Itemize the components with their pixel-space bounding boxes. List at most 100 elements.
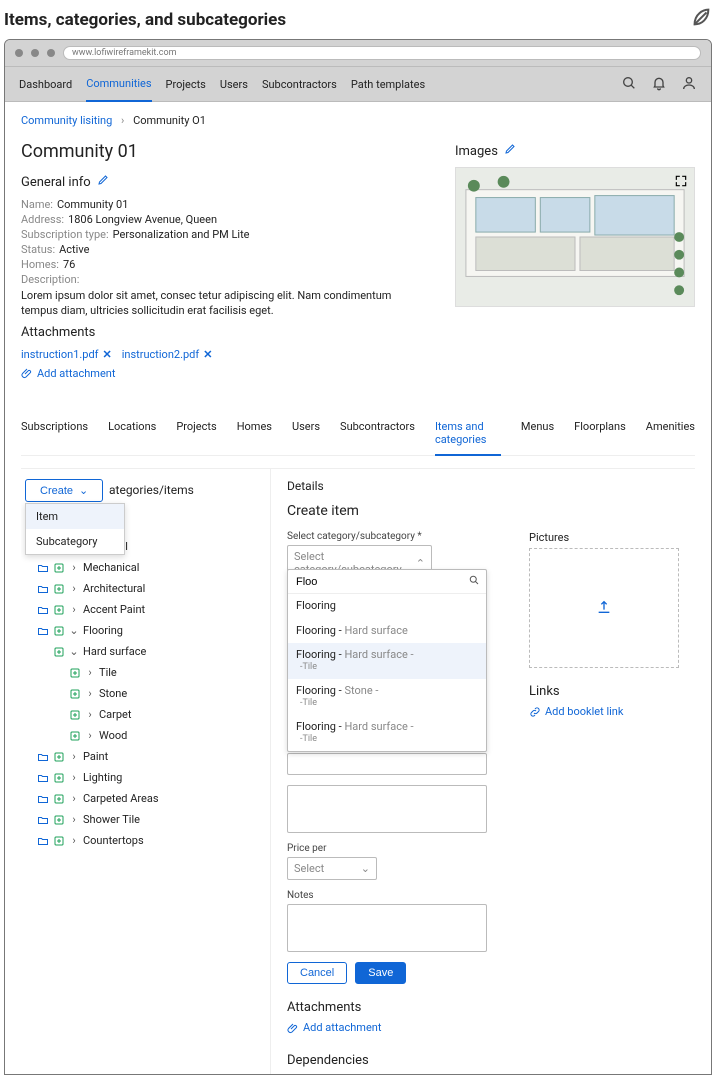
tab-subcontractors[interactable]: Subcontractors — [340, 412, 415, 455]
nav-users[interactable]: Users — [220, 68, 248, 101]
search-icon[interactable] — [621, 75, 637, 94]
autocomplete-option[interactable]: Flooring - Hard surface --Tile — [288, 643, 486, 679]
plus-box-icon[interactable] — [69, 688, 81, 700]
plus-box-icon[interactable] — [53, 835, 65, 847]
price-per-select[interactable]: Select ⌄ — [287, 857, 377, 880]
plus-box-icon[interactable] — [69, 667, 81, 679]
tree-row[interactable]: ›Accent Paint — [25, 599, 260, 620]
cancel-button[interactable]: Cancel — [287, 962, 347, 984]
url-bar[interactable]: www.lofiwireframekit.com — [63, 46, 701, 60]
tab-subscriptions[interactable]: Subscriptions — [21, 412, 88, 455]
chevron-right-icon: › — [85, 666, 95, 679]
dropdown-item[interactable]: Item — [26, 504, 124, 529]
plus-box-icon[interactable] — [69, 709, 81, 721]
attachments-title: Attachments — [21, 325, 425, 340]
autocomplete-option[interactable]: Flooring - Hard surface --Tile — [288, 715, 486, 751]
plus-box-icon[interactable] — [53, 793, 65, 805]
picture-dropzone[interactable] — [529, 548, 679, 668]
tab-amenities[interactable]: Amenities — [646, 412, 695, 455]
add-attachment-link-form[interactable]: Add attachment — [287, 1021, 381, 1034]
autocomplete-option[interactable]: Flooring — [288, 594, 486, 618]
tree-row[interactable]: ›Carpet — [25, 704, 260, 725]
tree-row[interactable]: ⌄Flooring — [25, 620, 260, 641]
plus-box-icon[interactable] — [53, 646, 65, 658]
nav-dashboard[interactable]: Dashboard — [19, 68, 72, 101]
user-icon[interactable] — [681, 75, 697, 94]
description-text: Lorem ipsum dolor sit amet, consec tetur… — [21, 288, 425, 319]
chevron-down-icon: ⌄ — [79, 484, 88, 497]
close-icon[interactable]: ✕ — [203, 348, 212, 361]
tree-row[interactable]: › Paint — [25, 746, 260, 767]
nav-path-templates[interactable]: Path templates — [351, 68, 425, 101]
window-dot-icon — [47, 49, 55, 57]
plus-box-icon[interactable] — [53, 751, 65, 763]
site-plan-image[interactable] — [455, 167, 695, 307]
tree-row[interactable]: ›Carpeted Areas — [25, 788, 260, 809]
textarea-field[interactable] — [287, 785, 487, 833]
autocomplete-option[interactable]: Flooring - Hard surface — [288, 619, 486, 643]
tab-locations[interactable]: Locations — [108, 412, 156, 455]
add-booklet-link[interactable]: Add booklet link — [529, 705, 623, 718]
edit-icon[interactable] — [97, 174, 109, 190]
bell-icon[interactable] — [651, 75, 667, 94]
links-title: Links — [529, 684, 679, 699]
tree-row[interactable]: ›Shower Tile — [25, 809, 260, 830]
breadcrumb-link[interactable]: Community lisiting — [21, 114, 112, 127]
edit-icon[interactable] — [504, 143, 516, 159]
tab-homes[interactable]: Homes — [237, 412, 272, 455]
chevron-right-icon: › — [85, 687, 95, 700]
autocomplete-option[interactable]: Flooring - Stone --Tile — [288, 679, 486, 715]
tree-row[interactable]: ›Stone — [25, 683, 260, 704]
plus-box-icon[interactable] — [53, 625, 65, 637]
main-split: Create ⌄ Item Subcategory ategories/item… — [21, 468, 695, 1074]
tab-floorplans[interactable]: Floorplans — [574, 412, 626, 455]
nav-communities[interactable]: Communities — [86, 67, 151, 102]
tree-row[interactable]: ›Lighting — [25, 767, 260, 788]
tree-row[interactable]: ⌄Hard surface — [25, 641, 260, 662]
chevron-right-icon: › — [69, 750, 79, 763]
search-input[interactable] — [294, 575, 468, 589]
tab-menus[interactable]: Menus — [521, 412, 554, 455]
attachment-link[interactable]: instruction1.pdf ✕ — [21, 348, 112, 361]
tree-row[interactable]: ›Wood — [25, 725, 260, 746]
plus-box-icon[interactable] — [69, 730, 81, 742]
tree-label: Paint — [83, 750, 108, 763]
tree-panel: Create ⌄ Item Subcategory ategories/item… — [21, 469, 271, 1074]
tree-row[interactable]: › Tile — [25, 662, 260, 683]
tree-row[interactable]: ›Mechanical — [25, 557, 260, 578]
nav-projects[interactable]: Projects — [166, 68, 206, 101]
create-dropdown: Item Subcategory — [25, 503, 125, 555]
tree-label: Mechanical — [83, 561, 139, 574]
plus-box-icon[interactable] — [53, 604, 65, 616]
plus-box-icon[interactable] — [53, 772, 65, 784]
folder-icon — [37, 583, 49, 595]
plus-box-icon[interactable] — [53, 814, 65, 826]
save-button[interactable]: Save — [355, 962, 406, 984]
breadcrumb: Community lisiting › Community O1 — [21, 114, 695, 127]
select-category-label: Select category/subcategory * — [287, 531, 489, 542]
tab-items-categories[interactable]: Items and categories — [435, 412, 501, 456]
images-title: Images — [455, 143, 695, 159]
close-icon[interactable]: ✕ — [102, 348, 111, 361]
tab-projects[interactable]: Projects — [176, 412, 216, 455]
tab-users[interactable]: Users — [292, 412, 320, 455]
tree-label: Accent Paint — [83, 603, 145, 616]
notes-label: Notes — [287, 890, 489, 901]
window-dot-icon — [15, 49, 23, 57]
folder-icon — [37, 562, 49, 574]
text-field[interactable] — [287, 753, 487, 775]
tree-row[interactable]: ›Countertops — [25, 830, 260, 851]
chevron-right-icon: › — [85, 708, 95, 721]
plus-box-icon[interactable] — [53, 583, 65, 595]
add-attachment-link[interactable]: Add attachment — [21, 367, 115, 380]
plus-box-icon[interactable] — [53, 562, 65, 574]
tree-row[interactable]: ›Architectural — [25, 578, 260, 599]
dropdown-item[interactable]: Subcategory — [26, 529, 124, 554]
notes-field[interactable] — [287, 904, 487, 952]
attachment-link[interactable]: instruction2.pdf ✕ — [122, 348, 213, 361]
tree-label: Tile — [99, 666, 117, 679]
chevron-right-icon: › — [69, 834, 79, 847]
tree-label: Lighting — [83, 771, 122, 784]
create-button[interactable]: Create ⌄ — [25, 479, 103, 502]
nav-subcontractors[interactable]: Subcontractors — [262, 68, 337, 101]
